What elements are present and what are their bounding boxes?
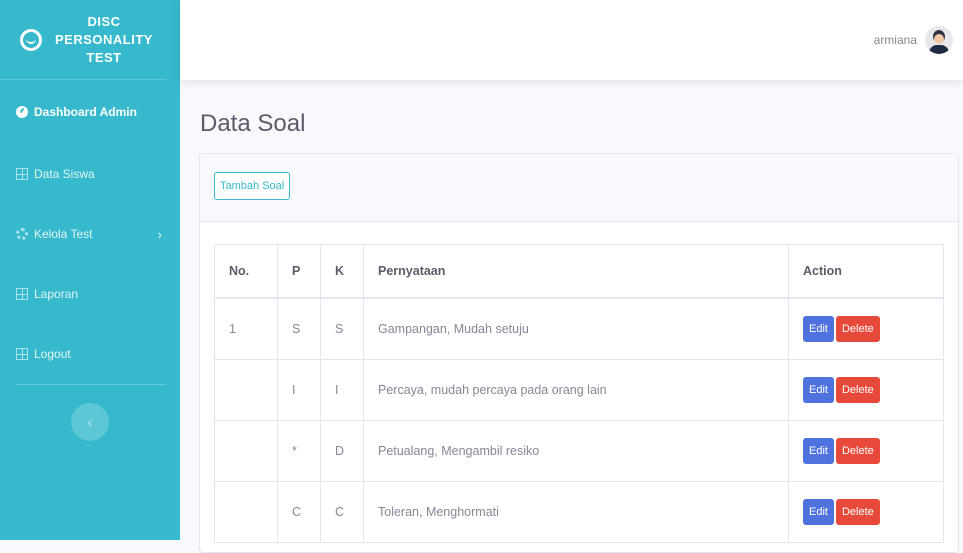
cell-statement: Toleran, Menghormati <box>363 481 789 543</box>
sidebar-item-dashboard[interactable]: Dashboard Admin <box>0 80 180 144</box>
questions-table: No. P K Pernyataan Action 1 S S Gampanga… <box>214 244 944 543</box>
sidebar-item-label: Dashboard Admin <box>34 105 137 119</box>
column-header-no: No. <box>214 244 278 299</box>
column-header-k: K <box>320 244 364 299</box>
brand-line-3: TEST <box>86 49 122 65</box>
cell-k: C <box>320 481 364 543</box>
table-row: * D Petualang, Mengambil resiko Edit Dele… <box>214 420 944 482</box>
delete-button[interactable]: Delete <box>835 499 880 525</box>
cell-actions: Edit Delete <box>788 420 944 482</box>
cell-statement: Gampangan, Mudah setuju <box>363 297 789 360</box>
avatar <box>925 26 953 54</box>
sidebar: DISC PERSONALITY TEST Dashboard Admin Da… <box>0 0 180 540</box>
sidebar-item-laporan[interactable]: Laporan <box>0 264 180 324</box>
edit-button[interactable]: Edit <box>803 377 834 403</box>
brand[interactable]: DISC PERSONALITY TEST <box>0 0 166 80</box>
cell-actions: Edit Delete <box>788 359 944 421</box>
data-card: Tambah Soal No. P K Pernyataan Action 1 … <box>199 153 959 553</box>
chevron-left-icon: ‹ <box>87 414 93 430</box>
cell-k: D <box>320 420 364 482</box>
table-icon <box>16 348 28 360</box>
edit-button[interactable]: Edit <box>803 499 834 525</box>
card-header: Tambah Soal <box>200 154 958 222</box>
sidebar-divider <box>16 384 166 385</box>
tachometer-icon <box>16 106 28 118</box>
sidebar-toggle-button[interactable]: ‹ <box>71 403 109 441</box>
column-header-action: Action <box>788 244 944 299</box>
sidebar-item-label: Laporan <box>34 287 79 301</box>
cell-p: I <box>277 359 321 421</box>
cell-p: * <box>277 420 321 482</box>
delete-button[interactable]: Delete <box>835 377 880 403</box>
sidebar-item-data-siswa[interactable]: Data Siswa <box>0 144 180 204</box>
table-icon <box>16 168 28 180</box>
cell-k: I <box>320 359 364 421</box>
sidebar-item-label: Kelola Test <box>34 227 93 241</box>
table-icon <box>16 288 28 300</box>
column-header-p: P <box>277 244 321 299</box>
cell-no <box>214 420 278 482</box>
topbar: armiana <box>180 0 963 80</box>
sidebar-item-label: Data Siswa <box>34 167 95 181</box>
cell-actions: Edit Delete <box>788 481 944 543</box>
add-question-button[interactable]: Tambah Soal <box>214 172 291 200</box>
sidebar-item-kelola-test[interactable]: Kelola Test › <box>0 204 180 264</box>
brand-text: DISC PERSONALITY TEST <box>42 13 166 67</box>
table-row: C C Toleran, Menghormati Edit Delete <box>214 481 944 543</box>
user-menu[interactable]: armiana <box>874 26 953 54</box>
table-row: I I Percaya, mudah percaya pada orang la… <box>214 359 944 421</box>
delete-button[interactable]: Delete <box>835 438 880 464</box>
cell-statement: Percaya, mudah percaya pada orang lain <box>363 359 789 421</box>
cell-p: C <box>277 481 321 543</box>
sidebar-item-logout[interactable]: Logout <box>0 324 180 384</box>
sidebar-item-label: Logout <box>34 347 71 361</box>
chevron-right-icon: › <box>157 226 162 242</box>
delete-button[interactable]: Delete <box>835 316 880 342</box>
edit-button[interactable]: Edit <box>803 316 834 342</box>
cell-k: S <box>320 297 364 360</box>
cell-no <box>214 359 278 421</box>
table-row: 1 S S Gampangan, Mudah setuju Edit Delete <box>214 297 944 360</box>
brand-line-1: DISC <box>87 13 121 29</box>
brand-line-2: PERSONALITY <box>55 31 153 47</box>
cell-no: 1 <box>214 297 278 360</box>
cell-no <box>214 481 278 543</box>
cell-p: S <box>277 297 321 360</box>
edit-button[interactable]: Edit <box>803 438 834 464</box>
user-name: armiana <box>873 33 917 47</box>
cell-statement: Petualang, Mengambil resiko <box>363 420 789 482</box>
column-header-statement: Pernyataan <box>363 244 789 299</box>
laugh-wink-icon <box>20 28 42 51</box>
cell-actions: Edit Delete <box>788 297 944 360</box>
page-title: Data Soal <box>200 110 306 137</box>
cog-icon <box>16 228 28 240</box>
table-header-row: No. P K Pernyataan Action <box>214 244 944 299</box>
